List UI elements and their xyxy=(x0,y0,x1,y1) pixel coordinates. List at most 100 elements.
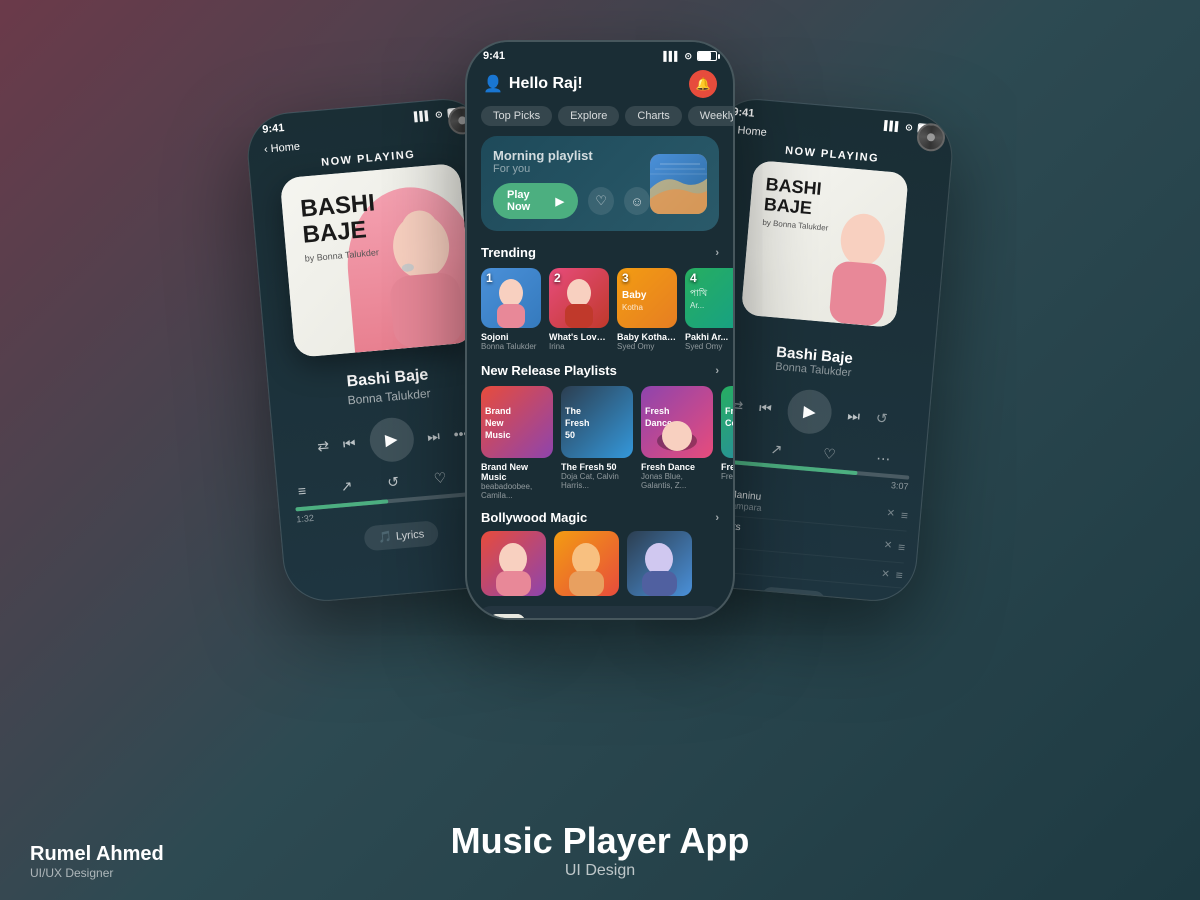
bollywood-card-2[interactable] xyxy=(554,531,619,596)
bollywood-more[interactable]: › xyxy=(715,512,719,524)
release-card-4[interactable]: Fresh Co... Fresh Co... Fresh Count... xyxy=(721,386,733,500)
filter-top-picks[interactable]: Top Picks xyxy=(481,106,552,126)
album-text-left: BASHI BAJE by Bonna Talukder xyxy=(299,190,379,263)
center-phone: 9:41 ▌▌▌ ⊙ 👤 Hello Raj! 🔔 Top Picks Expl… xyxy=(465,40,735,620)
release-thumb-3: Fresh Dance xyxy=(641,386,713,458)
heart-btn-left[interactable]: ♡ xyxy=(433,469,447,487)
status-bar-center: 9:41 ▌▌▌ ⊙ xyxy=(467,42,733,66)
svg-text:Baby: Baby xyxy=(622,290,647,301)
trending-thumb-2: 2 xyxy=(549,268,609,328)
trending-card-4[interactable]: 4 পাখি Ar... Pakhi Ar... Syed Omy xyxy=(685,268,733,351)
next-btn-right[interactable]: ⏭ xyxy=(847,407,861,425)
time-center: 9:41 xyxy=(483,50,505,62)
queue-remove-1[interactable]: ✕ xyxy=(886,508,895,520)
svg-text:Fresh: Fresh xyxy=(725,406,733,416)
greeting-text: Hello Raj! xyxy=(509,75,583,93)
album-art-right: BASHI BAJE by Bonna Talukder xyxy=(740,160,908,328)
share-btn-right[interactable]: ↗ xyxy=(770,441,783,459)
share-btn-left[interactable]: ↗ xyxy=(340,477,353,495)
time-left: 9:41 xyxy=(262,122,285,136)
heart-btn-center[interactable]: ♡ xyxy=(588,187,614,215)
mini-more-btn[interactable]: ⋯ xyxy=(647,618,675,620)
release-card-1[interactable]: Brand New Music Brand New Music beabadoo… xyxy=(481,386,553,500)
new-release-more[interactable]: › xyxy=(715,365,719,377)
play-now-button[interactable]: Play Now ▶ xyxy=(493,183,578,219)
bollywood-card-1[interactable] xyxy=(481,531,546,596)
trending-card-3[interactable]: 3 Baby Kotha Baby Kotha Sui... Syed Omy xyxy=(617,268,677,351)
queue-menu-2[interactable]: ≡ xyxy=(898,540,906,555)
svg-text:Music: Music xyxy=(485,430,511,440)
queue-menu-3[interactable]: ≡ xyxy=(895,568,903,583)
svg-text:Ar...: Ar... xyxy=(690,301,704,310)
svg-text:New: New xyxy=(485,418,505,428)
app-subtitle: UI Design xyxy=(0,862,1200,880)
release-card-3[interactable]: Fresh Dance Fresh Dance Jonas Blue, Gala… xyxy=(641,386,713,500)
release-thumb-1: Brand New Music xyxy=(481,386,553,458)
lyrics-button-left[interactable]: 🎵 Lyrics xyxy=(363,520,439,551)
avatar-icon: 👤 xyxy=(483,74,503,94)
mini-play-btn[interactable]: ▶ xyxy=(683,618,711,620)
greeting-row: 👤 Hello Raj! 🔔 xyxy=(467,66,733,106)
release-card-2[interactable]: The Fresh 50 The Fresh 50 Doja Cat, Calv… xyxy=(561,386,633,500)
filter-explore[interactable]: Explore xyxy=(558,106,619,126)
mini-controls: ⋯ ▶ xyxy=(647,618,711,620)
bollywood-row xyxy=(467,529,733,600)
mini-thumb: BASHI BAJE xyxy=(489,614,525,620)
play-btn-left[interactable]: ▶ xyxy=(368,416,416,464)
svg-text:The: The xyxy=(565,406,581,416)
queue-remove-2[interactable]: ✕ xyxy=(883,540,892,552)
filter-charts[interactable]: Charts xyxy=(625,106,681,126)
svg-text:50: 50 xyxy=(565,430,575,440)
shuffle-btn-left[interactable]: ⇄ xyxy=(317,437,330,455)
svg-text:Fresh: Fresh xyxy=(565,418,590,428)
queue-remove-3[interactable]: ✕ xyxy=(881,568,890,580)
repeat-btn-right[interactable]: ↺ xyxy=(875,409,888,427)
footer: Music Player App UI Design xyxy=(0,820,1200,880)
trending-section-title: Trending › xyxy=(467,241,733,264)
trending-row: 1 Sojoni Bonna Talukder 2 Wha xyxy=(467,264,733,359)
svg-text:পাখি: পাখি xyxy=(690,288,708,298)
play-actions: Play Now ▶ ♡ ☺ xyxy=(493,183,650,219)
bollywood-section-title: Bollywood Magic › xyxy=(467,506,733,529)
back-button-left[interactable]: ‹ Home xyxy=(264,141,301,156)
next-btn-left[interactable]: ⏭ xyxy=(426,427,440,445)
svg-text:Co...: Co... xyxy=(725,418,733,428)
play-btn-right[interactable]: ▶ xyxy=(786,388,834,436)
trending-thumb-1: 1 xyxy=(481,268,541,328)
battery-center xyxy=(697,51,717,61)
queue-icon-left[interactable]: ≡ xyxy=(297,482,307,499)
prev-btn-left[interactable]: ⏮ xyxy=(342,434,356,452)
heart-btn-right[interactable]: ♡ xyxy=(822,445,836,463)
playlist-hero: Morning playlist For you Play Now ▶ ♡ ☺ xyxy=(481,136,719,231)
phones-container: 9:41 ▌▌▌ ⊙ ‹ Home NOW PLAYING BASHI B xyxy=(0,40,1200,620)
trending-thumb-3: 3 Baby Kotha xyxy=(617,268,677,328)
mini-info: Bashi Baje Bonna Talukder xyxy=(533,618,639,620)
filter-weekly[interactable]: Weekly xyxy=(688,106,733,126)
lyrics-icon: 🎵 xyxy=(378,530,393,544)
filter-row: Top Picks Explore Charts Weekly Chill xyxy=(467,106,733,136)
release-thumb-2: The Fresh 50 xyxy=(561,386,633,458)
trending-card-2[interactable]: 2 What's Love... Irina xyxy=(549,268,609,351)
repeat-btn-left[interactable]: ↺ xyxy=(387,473,400,491)
time-right: 9:41 xyxy=(732,106,755,120)
svg-text:Brand: Brand xyxy=(485,406,511,416)
queue-list-icon: ≡ xyxy=(773,592,780,603)
app-title: Music Player App xyxy=(0,820,1200,862)
trending-thumb-4: 4 পাখি Ar... xyxy=(685,268,733,328)
notification-button[interactable]: 🔔 xyxy=(689,70,717,98)
queue-button-right[interactable]: ≡ Queue xyxy=(760,586,825,604)
new-release-section-title: New Release Playlists › xyxy=(467,359,733,382)
bollywood-card-3[interactable] xyxy=(627,531,692,596)
options-btn-right[interactable]: ⋯ xyxy=(876,450,891,468)
svg-text:Kotha: Kotha xyxy=(622,303,643,312)
trending-more[interactable]: › xyxy=(715,247,719,259)
emoji-btn-center[interactable]: ☺ xyxy=(624,187,650,215)
prev-btn-right[interactable]: ⏮ xyxy=(758,399,772,417)
svg-text:Fresh: Fresh xyxy=(645,406,670,416)
mini-player: BASHI BAJE Bashi Baje Bonna Talukder ⋯ ▶ xyxy=(477,606,723,620)
trending-card-1[interactable]: 1 Sojoni Bonna Talukder xyxy=(481,268,541,351)
playlist-thumbnail xyxy=(650,154,707,214)
release-thumb-4: Fresh Co... xyxy=(721,386,733,458)
author-name: Rumel Ahmed xyxy=(30,843,164,866)
queue-menu-1[interactable]: ≡ xyxy=(900,508,908,523)
